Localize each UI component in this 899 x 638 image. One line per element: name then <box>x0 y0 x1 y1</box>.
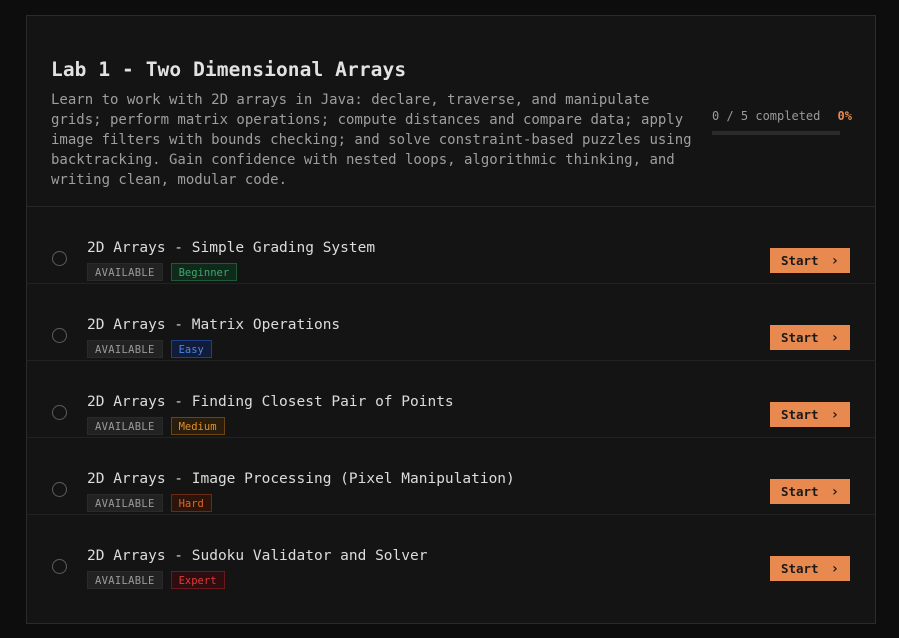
difficulty-badge: Easy <box>170 340 212 358</box>
status-circle-icon <box>52 405 67 420</box>
difficulty-badge: Hard <box>170 494 212 512</box>
status-circle-icon <box>52 559 67 574</box>
status-circle-icon <box>52 482 67 497</box>
start-button[interactable]: Start › <box>770 325 850 350</box>
status-badge: AVAILABLE <box>87 417 163 435</box>
exercise-list: 2D Arrays - Simple Grading System AVAILA… <box>27 207 875 591</box>
exercise-row: 2D Arrays - Sudoku Validator and Solver … <box>27 515 875 591</box>
status-badge: AVAILABLE <box>87 571 163 589</box>
start-button[interactable]: Start › <box>770 248 850 273</box>
status-badge: AVAILABLE <box>87 263 163 281</box>
lab-header: Lab 1 - Two Dimensional Arrays Learn to … <box>27 16 875 207</box>
start-button-label: Start <box>780 561 819 576</box>
lab-panel: Lab 1 - Two Dimensional Arrays Learn to … <box>26 15 876 624</box>
difficulty-badge: Medium <box>170 417 225 435</box>
progress-bar <box>712 131 840 135</box>
lab-description: Learn to work with 2D arrays in Java: de… <box>51 92 692 188</box>
exercise-title: 2D Arrays - Simple Grading System <box>87 240 376 256</box>
start-button-label: Start <box>780 330 819 345</box>
chevron-right-icon: › <box>830 560 840 577</box>
exercise-row: 2D Arrays - Matrix Operations AVAILABLE … <box>27 284 875 361</box>
exercise-title: 2D Arrays - Sudoku Validator and Solver <box>87 548 428 564</box>
status-circle-icon <box>52 251 67 266</box>
start-button[interactable]: Start › <box>770 402 850 427</box>
progress-completed-text: 0 / 5 completed <box>712 109 821 123</box>
start-button[interactable]: Start › <box>770 479 850 504</box>
exercise-row: 2D Arrays - Finding Closest Pair of Poin… <box>27 361 875 438</box>
chevron-right-icon: › <box>830 483 840 500</box>
progress-summary: 0 / 5 completed 0% <box>712 109 852 135</box>
progress-percent: 0% <box>837 109 852 123</box>
status-circle-icon <box>52 328 67 343</box>
chevron-right-icon: › <box>830 406 840 423</box>
exercise-title: 2D Arrays - Matrix Operations <box>87 317 341 333</box>
difficulty-badge: Beginner <box>170 263 238 281</box>
status-badge: AVAILABLE <box>87 340 163 358</box>
status-badge: AVAILABLE <box>87 494 163 512</box>
lab-title: Lab 1 - Two Dimensional Arrays <box>51 58 407 81</box>
exercise-title: 2D Arrays - Image Processing (Pixel Mani… <box>87 471 515 487</box>
chevron-right-icon: › <box>830 329 840 346</box>
start-button-label: Start <box>780 253 819 268</box>
start-button-label: Start <box>780 484 819 499</box>
chevron-right-icon: › <box>830 252 840 269</box>
exercise-row: 2D Arrays - Image Processing (Pixel Mani… <box>27 438 875 515</box>
exercise-title: 2D Arrays - Finding Closest Pair of Poin… <box>87 394 454 410</box>
difficulty-badge: Expert <box>170 571 225 589</box>
exercise-row: 2D Arrays - Simple Grading System AVAILA… <box>27 207 875 284</box>
start-button-label: Start <box>780 407 819 422</box>
start-button[interactable]: Start › <box>770 556 850 581</box>
